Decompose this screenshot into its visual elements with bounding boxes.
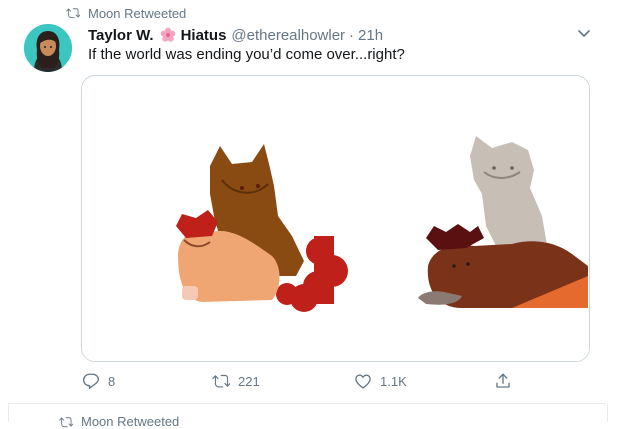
retweet-button[interactable]: 221	[212, 370, 260, 392]
next-tweet-card[interactable]: Moon Retweeted	[8, 404, 608, 429]
tweet-actions: 8 221 1.1K	[82, 370, 522, 392]
retweet-icon	[66, 8, 80, 19]
author-name[interactable]: Taylor W.	[88, 27, 154, 44]
share-icon	[496, 373, 510, 388]
reply-count: 8	[108, 373, 116, 389]
tweet-header: Taylor W. Hiatus @etherealhowler · 21h	[88, 25, 383, 45]
author-handle[interactable]: @etherealhowler	[231, 27, 345, 44]
separator-dot: ·	[349, 26, 355, 44]
retweet-context: Moon Retweeted	[66, 4, 186, 22]
tweet-text: If the world was ending you’d come over.…	[88, 46, 405, 63]
like-count: 1.1K	[380, 373, 407, 389]
reply-icon	[82, 373, 100, 390]
like-button[interactable]: 1.1K	[354, 370, 407, 392]
timestamp[interactable]: 21h	[358, 27, 383, 44]
heart-icon	[355, 374, 371, 389]
tweet-image[interactable]	[81, 75, 590, 362]
retweet-icon	[212, 374, 230, 388]
chevron-down-icon[interactable]	[574, 24, 594, 44]
tweet-card[interactable]: Moon Retweeted Taylor W. Hiatus @etherea…	[8, 0, 606, 404]
share-button[interactable]	[494, 370, 520, 392]
avatar[interactable]	[24, 24, 72, 72]
author-status[interactable]: Hiatus	[181, 27, 227, 44]
retweet-count: 221	[238, 373, 260, 389]
retweeted-by-label[interactable]: Moon Retweeted	[88, 6, 186, 21]
reply-button[interactable]: 8	[82, 370, 115, 392]
cat-illustration	[82, 76, 589, 361]
flower-emoji-icon	[160, 27, 176, 43]
